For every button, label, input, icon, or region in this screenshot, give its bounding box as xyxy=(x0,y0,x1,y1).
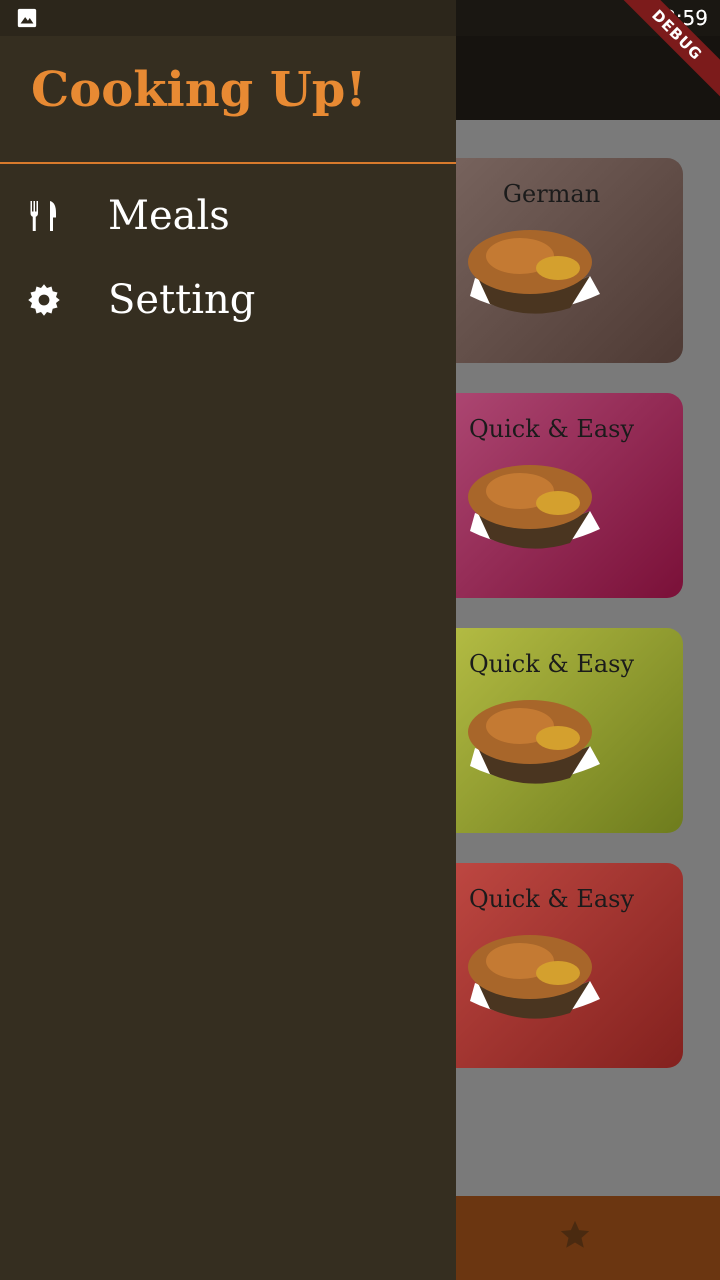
category-title: German xyxy=(502,180,601,208)
image-icon xyxy=(17,8,37,28)
drawer-divider xyxy=(0,162,456,164)
star-icon[interactable] xyxy=(558,1218,592,1252)
category-title: Quick & Easy xyxy=(468,415,635,443)
restaurant-icon xyxy=(30,201,56,231)
debug-label: DEBUG xyxy=(610,0,720,105)
food-basket-image xyxy=(468,465,600,549)
category-title: Quick & Easy xyxy=(468,885,635,913)
drawer-status-area xyxy=(0,0,456,36)
food-basket-image xyxy=(468,935,600,1019)
drawer-item-label: Setting xyxy=(108,277,256,323)
category-title: Quick & Easy xyxy=(468,650,635,678)
food-basket-image xyxy=(468,230,600,314)
category-card[interactable]: Quick & Easy xyxy=(420,628,683,833)
category-card[interactable]: German xyxy=(420,158,683,363)
category-card[interactable]: Quick & Easy xyxy=(420,863,683,1068)
drawer-title: Cooking Up! xyxy=(31,62,367,118)
category-card[interactable]: Quick & Easy xyxy=(420,393,683,598)
food-basket-image xyxy=(468,700,600,784)
drawer-item-label: Meals xyxy=(108,193,230,239)
drawer-item-setting[interactable]: Setting xyxy=(0,265,456,335)
drawer-item-meals[interactable]: Meals xyxy=(0,181,456,251)
gear-icon xyxy=(28,284,60,316)
navigation-drawer: Cooking Up! Meals Setting xyxy=(0,0,456,1280)
debug-banner: DEBUG xyxy=(610,0,720,110)
